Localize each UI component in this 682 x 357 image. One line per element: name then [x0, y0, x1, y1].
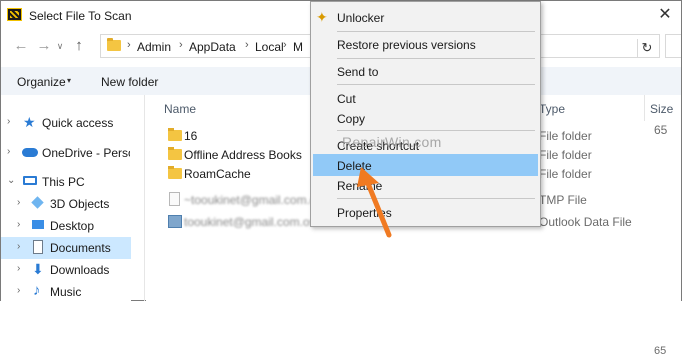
breadcrumb-local[interactable]: Local [255, 40, 284, 54]
breadcrumb-m[interactable]: M [293, 40, 303, 54]
nav-item-documents[interactable]: › Documents [1, 237, 131, 259]
new-folder-button[interactable]: New folder [101, 75, 158, 89]
nav-item-label: 3D Objects [50, 197, 110, 211]
column-header-size[interactable]: Size [650, 102, 673, 116]
menu-separator [337, 130, 535, 131]
chevron-right-icon[interactable]: › [7, 116, 10, 127]
nav-item-label: This PC [42, 175, 85, 189]
chevron-right-icon[interactable]: › [17, 197, 20, 208]
size-value: 65 [654, 345, 667, 357]
outlook-data-icon [168, 215, 182, 228]
breadcrumb-separator: › [245, 39, 249, 51]
search-input[interactable] [665, 34, 681, 58]
menu-separator [337, 58, 535, 59]
menu-item-copy[interactable]: Copy [313, 107, 538, 129]
refresh-icon[interactable]: ↻ [637, 39, 656, 57]
nav-item-label: OneDrive - Persor [42, 146, 130, 160]
folder-icon [168, 147, 182, 160]
file-dialog-window: Select File To Scan ✕ ← → ∨ ↑ › Admin › … [0, 0, 682, 357]
file-type: File folder [539, 167, 592, 181]
chevron-right-icon[interactable]: › [7, 146, 10, 157]
nav-item-label: Downloads [50, 263, 110, 277]
menu-item-cut[interactable]: Cut [313, 87, 538, 109]
nav-item-quick-access[interactable]: › ★ Quick access [1, 112, 131, 134]
app-icon [7, 8, 22, 21]
chevron-right-icon[interactable]: › [17, 285, 20, 296]
file-name: RoamCache [184, 167, 251, 181]
nav-item-label: Quick access [42, 116, 114, 130]
desktop-icon [32, 220, 44, 229]
menu-item-properties[interactable]: Properties [313, 201, 538, 223]
menu-item-label: Restore previous versions [337, 38, 476, 52]
chevron-right-icon[interactable]: › [17, 219, 20, 230]
watermark: RepairWin.com [342, 134, 442, 150]
organize-button[interactable]: Organize [17, 75, 66, 89]
nav-item-3d-objects[interactable]: › 3D Objects [1, 193, 131, 215]
forward-arrow-icon[interactable]: → [36, 38, 52, 54]
menu-separator [337, 84, 535, 85]
menu-item-label: Send to [337, 65, 379, 79]
nav-item-music[interactable]: › ♪ Music [1, 281, 131, 303]
window-title: Select File To Scan [29, 9, 132, 23]
column-divider[interactable] [644, 95, 645, 121]
annotation-arrow-icon [357, 167, 392, 238]
breadcrumb-separator: › [283, 39, 287, 51]
breadcrumb-admin[interactable]: Admin [137, 40, 171, 54]
documents-icon [33, 240, 43, 254]
column-header-name[interactable]: Name [164, 102, 196, 116]
file-name: tooukinet@gmail.com.os [184, 215, 316, 229]
back-arrow-icon[interactable]: ← [13, 38, 29, 54]
unlocker-wand-icon: ✦ [316, 9, 328, 25]
menu-item-rename[interactable]: Rename [313, 174, 538, 196]
nav-item-downloads[interactable]: › ⬇ Downloads [1, 259, 131, 281]
nav-item-label: Documents [50, 241, 111, 255]
breadcrumb-appdata[interactable]: AppData [189, 40, 236, 54]
up-arrow-icon[interactable]: ↑ [71, 38, 87, 54]
file-name: Offline Address Books [184, 148, 302, 162]
folder-icon [168, 166, 182, 179]
recent-locations-chevron-icon[interactable]: ∨ [55, 38, 65, 54]
folder-icon [107, 38, 121, 51]
folder-icon [168, 128, 182, 141]
star-icon: ★ [23, 114, 36, 130]
downloads-icon: ⬇ [32, 261, 44, 277]
file-name: 16 [184, 129, 198, 143]
navigation-pane: › ★ Quick access › OneDrive - Persor ⌄ T… [1, 95, 131, 301]
menu-item-send-to[interactable]: Send to [313, 60, 538, 82]
file-name: ~tooukinet@gmail.com.o [184, 193, 317, 207]
pane-splitter[interactable] [144, 95, 145, 301]
music-icon: ♪ [33, 282, 41, 299]
close-icon[interactable]: ✕ [651, 4, 679, 26]
menu-item-restore-previous-versions[interactable]: Restore previous versions [313, 33, 538, 55]
chevron-down-icon[interactable]: ▾ [67, 76, 71, 85]
chevron-right-icon[interactable]: › [17, 263, 20, 274]
file-type: File folder [539, 148, 592, 162]
file-type: TMP File [539, 193, 587, 207]
menu-item-label: Cut [337, 92, 356, 106]
column-header-type[interactable]: Type [539, 102, 565, 116]
chevron-down-icon[interactable]: ⌄ [7, 175, 15, 186]
menu-item-label: Copy [337, 112, 366, 126]
menu-separator [337, 31, 535, 32]
menu-item-label: Unlocker [337, 11, 385, 25]
nav-item-label: Desktop [50, 219, 95, 233]
file-type: File folder [539, 129, 592, 143]
nav-item-desktop[interactable]: › Desktop [1, 215, 131, 237]
chevron-right-icon[interactable]: › [17, 241, 20, 252]
breadcrumb-separator: › [127, 39, 131, 51]
nav-item-this-pc[interactable]: ⌄ This PC [1, 171, 131, 193]
nav-item-onedrive[interactable]: › OneDrive - Persor [1, 142, 131, 164]
menu-item-unlocker[interactable]: ✦ Unlocker [313, 6, 538, 28]
file-type: Outlook Data File [539, 215, 632, 229]
cloud-icon [22, 148, 38, 157]
nav-item-label: Music [50, 285, 82, 299]
breadcrumb-separator: › [179, 39, 183, 51]
menu-item-delete[interactable]: Delete [313, 154, 538, 176]
computer-icon [23, 176, 37, 185]
3d-objects-icon [31, 196, 44, 209]
context-menu: ✦ Unlocker Restore previous versions Sen… [310, 1, 541, 227]
tmp-file-icon [169, 192, 180, 206]
